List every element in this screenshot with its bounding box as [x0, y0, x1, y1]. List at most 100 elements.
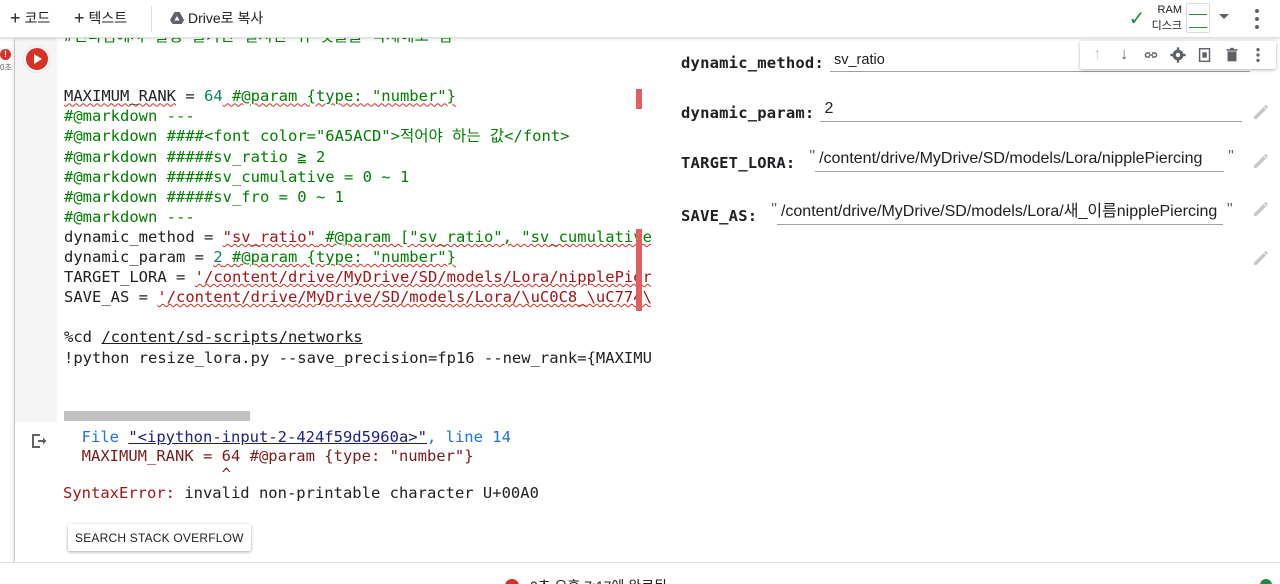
add-code-button[interactable]: + 코드 — [10, 8, 50, 28]
file-keyword: File — [81, 428, 119, 446]
search-stack-overflow-button[interactable]: SEARCH STACK OVERFLOW — [68, 524, 251, 551]
more-vert-icon[interactable] — [1248, 45, 1268, 65]
code-line: TARGET_LORA = '/content/drive/MyDrive/SD… — [64, 267, 651, 287]
target-lora-input[interactable]: /content/drive/MyDrive/SD/models/Lora/ni… — [815, 150, 1225, 172]
cell-gutter — [15, 38, 57, 422]
code-token: dynamic_method = — [64, 227, 223, 246]
left-strip — [0, 38, 15, 584]
traceback-code-line: MAXIMUM_RANK = 64 #@param {type: "number… — [63, 446, 474, 465]
traceback-file-link[interactable]: "<ipython-input-2-424f59d5960a>" — [128, 428, 427, 446]
dynamic-param-input[interactable]: 2 — [820, 100, 1243, 122]
target-lora-label: TARGET_LORA: — [681, 154, 796, 172]
more-options-icon[interactable] — [1247, 9, 1267, 29]
dynamic-param-label: dynamic_param: — [681, 104, 815, 122]
code-token: '/content/drive/MyDrive/SD/models/Lora/n… — [194, 268, 651, 287]
code-line: MAXIMUM_RANK = 64 #@param {type: "number… — [64, 86, 651, 106]
disk-label: 디스크 — [1151, 20, 1182, 32]
traceback-file-line: File "<ipython-input-2-424f59d5960a>", l… — [63, 428, 539, 447]
dynamic-method-label: dynamic_method: — [681, 54, 824, 72]
form-panel: dynamic_method: sv_ratio dynamic_param: … — [651, 38, 1280, 422]
traceback: File "<ipython-input-2-424f59d5960a>", l… — [63, 428, 539, 502]
error-marker — [636, 89, 642, 109]
toolbar-divider — [151, 6, 152, 32]
code-line: #@markdown #####sv_ratio ≧ 2 — [64, 147, 651, 167]
code-token: 2 — [213, 248, 223, 267]
add-text-button[interactable]: + 텍스트 — [74, 8, 127, 28]
error-marker — [636, 229, 642, 311]
code-token: MAXIMUM_RANK — [64, 87, 176, 106]
save-as-label: SAVE_AS: — [681, 207, 758, 225]
form-row-save-as: SAVE_AS: " /content/drive/MyDrive/SD/mod… — [681, 197, 1233, 225]
edit-pencil-icon[interactable] — [1251, 102, 1271, 122]
code-token: #@markdown #####sv_ratio ≧ 2 — [64, 147, 326, 166]
code-line: dynamic_param = 2 #@param {type: "number… — [64, 247, 651, 267]
error-status-icon — [505, 579, 519, 584]
copy-to-drive-button[interactable]: Drive로 복사 — [170, 8, 263, 28]
code-token: !python resize_lora.py --save_precision=… — [64, 348, 651, 367]
connected-status-icon — [1260, 579, 1272, 584]
quote-close: " — [1228, 148, 1234, 165]
code-token: "sv_ratio" — [222, 227, 316, 246]
error-type: SyntaxError: — [63, 483, 175, 502]
code-editor[interactable]: #런타임에서 실행 불가한 일시인 위 것들을 삭제해도 됨 MAXIMUM_R… — [57, 38, 651, 422]
link-icon[interactable] — [1141, 45, 1161, 65]
traceback-error-line: SyntaxError: invalid non-printable chara… — [63, 484, 539, 503]
code-token: #@param {type: "number"} — [222, 248, 456, 267]
code-line: #@markdown --- — [64, 106, 651, 126]
code-line: #@markdown --- — [64, 207, 651, 227]
error-message: invalid non-printable character U+00A0 — [174, 483, 539, 502]
quote-close: " — [1226, 201, 1233, 218]
move-down-icon[interactable]: ↓ — [1114, 45, 1134, 65]
trash-icon[interactable] — [1222, 45, 1242, 65]
plus-icon: + — [10, 8, 21, 28]
resource-indicator[interactable]: ✓ RAM 디스크 — [1126, 2, 1210, 34]
code-token: #@markdown --- — [64, 207, 195, 226]
edit-pencil-icon[interactable] — [1251, 248, 1271, 268]
code-token: #@markdown ####<font color="6A5ACD">적어야 … — [64, 127, 570, 146]
status-bar: 0초 오후 7:17에 완료됨 — [0, 562, 1280, 584]
code-token: /content/sd-scripts/networks — [101, 328, 363, 347]
code-token: SAVE_AS = — [64, 288, 158, 307]
horizontal-scrollbar[interactable] — [64, 411, 250, 421]
edit-pencil-icon[interactable] — [1251, 151, 1271, 171]
ram-bar — [1189, 14, 1207, 15]
code-line: dynamic_method = "sv_ratio" #@param ["sv… — [64, 227, 651, 247]
ram-label: RAM — [1157, 4, 1182, 16]
checkmark-icon: ✓ — [1128, 7, 1146, 30]
code-token: dynamic_param = — [64, 248, 214, 267]
code-line: #@markdown #####sv_cumulative = 0 ~ 1 — [64, 167, 651, 187]
move-up-icon[interactable]: ↑ — [1087, 45, 1107, 65]
save-as-input[interactable]: /content/drive/MyDrive/SD/models/Lora/새_… — [776, 197, 1223, 225]
code-token: 64 — [203, 87, 223, 106]
code-token: = — [175, 87, 204, 106]
execution-time-label: 0초 — [0, 63, 12, 72]
disk-bar — [1189, 27, 1207, 28]
code-token: #@param {type: "number"} — [222, 87, 456, 106]
form-row-dynamic-param: dynamic_param: 2 — [681, 100, 1243, 122]
mirror-cell-icon[interactable] — [1195, 45, 1215, 65]
edit-pencil-icon[interactable] — [1251, 199, 1271, 219]
code-lines: #런타임에서 실행 불가한 일시인 위 것들을 삭제해도 됨 MAXIMUM_R… — [64, 38, 651, 368]
error-indicator-icon[interactable]: ! — [0, 49, 11, 60]
gear-icon[interactable] — [1168, 45, 1188, 65]
form-row-target-lora: TARGET_LORA: " /content/drive/MyDrive/SD… — [681, 148, 1234, 172]
code-line: #@markdown ####<font color="6A5ACD">적어야 … — [64, 126, 651, 146]
output-actions-icon[interactable] — [29, 432, 47, 450]
code-token: #런타임에서 실행 불가한 일시인 위 것들을 삭제해도 됨 — [64, 38, 452, 45]
code-line: %cd /content/sd-scripts/networks — [64, 327, 651, 347]
status-text[interactable]: 0초 오후 7:17에 완료됨 — [530, 576, 667, 584]
code-token: #@param ["sv_ratio", "sv_cumulative", "s… — [325, 227, 651, 246]
run-cell-button[interactable] — [26, 48, 48, 70]
code-token: %cd — [64, 328, 102, 347]
add-code-label: 코드 — [24, 10, 51, 26]
traceback-caret: ^ — [63, 465, 231, 483]
code-line: SAVE_AS = '/content/drive/MyDrive/SD/mod… — [64, 287, 651, 307]
code-line: #런타임에서 실행 불가한 일시인 위 것들을 삭제해도 됨 — [64, 38, 651, 46]
chevron-down-icon[interactable] — [1219, 14, 1229, 19]
code-token: TARGET_LORA = — [64, 268, 195, 287]
code-line: #@markdown #####sv_fro = 0 ~ 1 — [64, 187, 651, 207]
resource-labels: RAM 디스크 — [1148, 2, 1182, 34]
